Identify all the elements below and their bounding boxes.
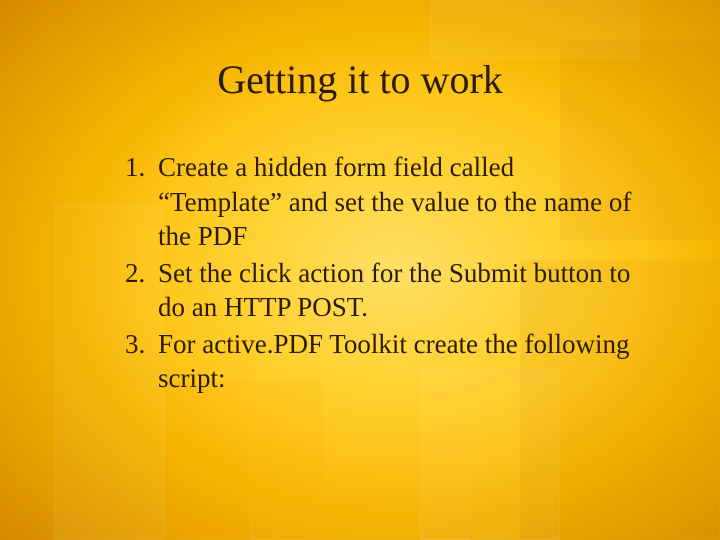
steps-list: Create a hidden form field called “Templ… (100, 150, 640, 396)
list-item: For active.PDF Toolkit create the follow… (152, 327, 640, 396)
list-item: Create a hidden form field called “Templ… (152, 150, 640, 254)
list-item: Set the click action for the Submit butt… (152, 256, 640, 325)
slide-title: Getting it to work (0, 56, 720, 103)
slide-body: Create a hidden form field called “Templ… (100, 150, 640, 398)
slide: Getting it to work Create a hidden form … (0, 0, 720, 540)
